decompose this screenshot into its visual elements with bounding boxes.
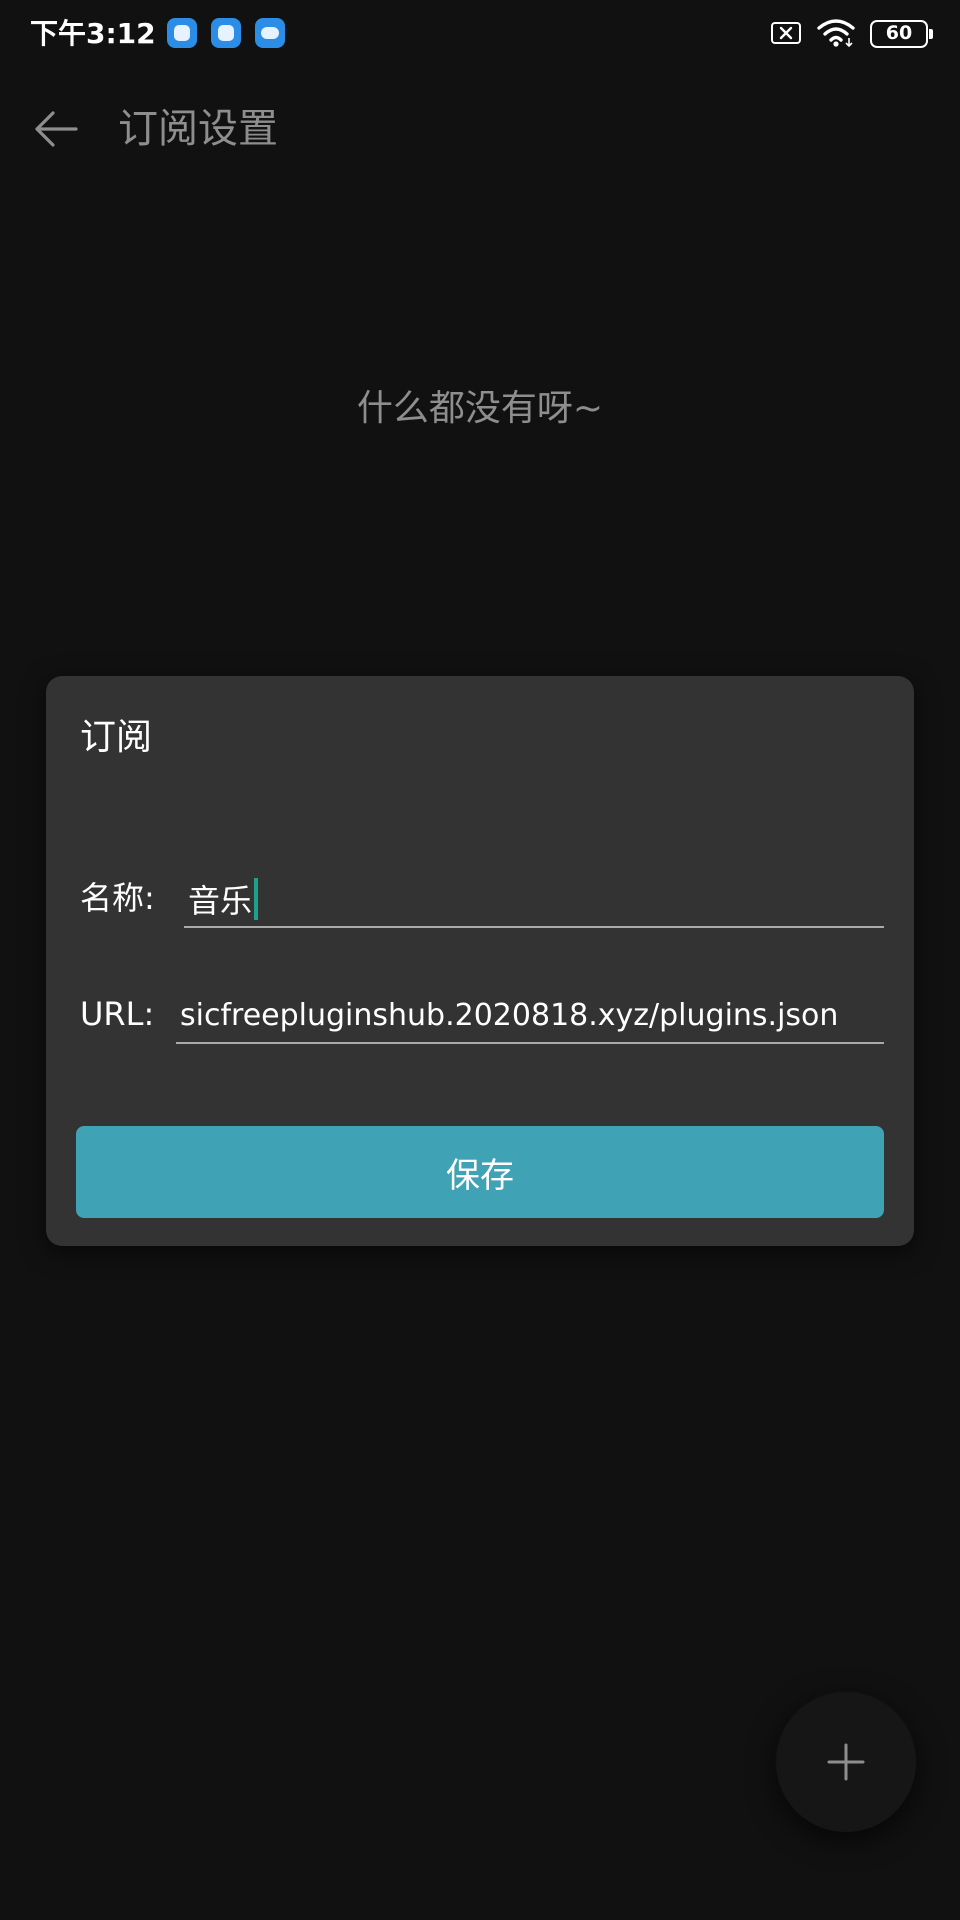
screen: 下午3:12 60 订阅设置 什么都没有呀~ 订阅 名称: 音乐 URL: si… (0, 0, 960, 1920)
add-subscription-button[interactable] (776, 1692, 916, 1832)
page-title: 订阅设置 (118, 106, 278, 152)
dialog-title: 订阅 (80, 717, 153, 758)
wifi-icon (816, 18, 856, 52)
text-caret (254, 878, 258, 920)
back-button[interactable] (22, 98, 88, 160)
status-bar: 下午3:12 60 (0, 0, 960, 68)
status-time: 下午3:12 (30, 17, 156, 50)
url-input[interactable] (176, 988, 884, 1044)
app-bar: 订阅设置 (0, 86, 960, 172)
name-input[interactable] (184, 872, 884, 928)
app-notification-icon (167, 18, 197, 48)
battery-icon: 60 (870, 20, 933, 48)
cloud-notification-icon (255, 18, 285, 48)
app-notification-icon (211, 18, 241, 48)
name-label: 名称: (80, 879, 155, 917)
arrow-left-icon (35, 111, 78, 147)
save-button[interactable]: 保存 (76, 1126, 884, 1218)
battery-level: 60 (885, 22, 913, 44)
subscription-dialog: 订阅 名称: URL: 保存 (46, 676, 914, 1246)
url-label: URL: (80, 995, 155, 1033)
no-sim-icon (771, 22, 801, 44)
plus-icon (827, 1743, 865, 1781)
empty-state-text: 什么都没有呀~ (356, 388, 604, 429)
